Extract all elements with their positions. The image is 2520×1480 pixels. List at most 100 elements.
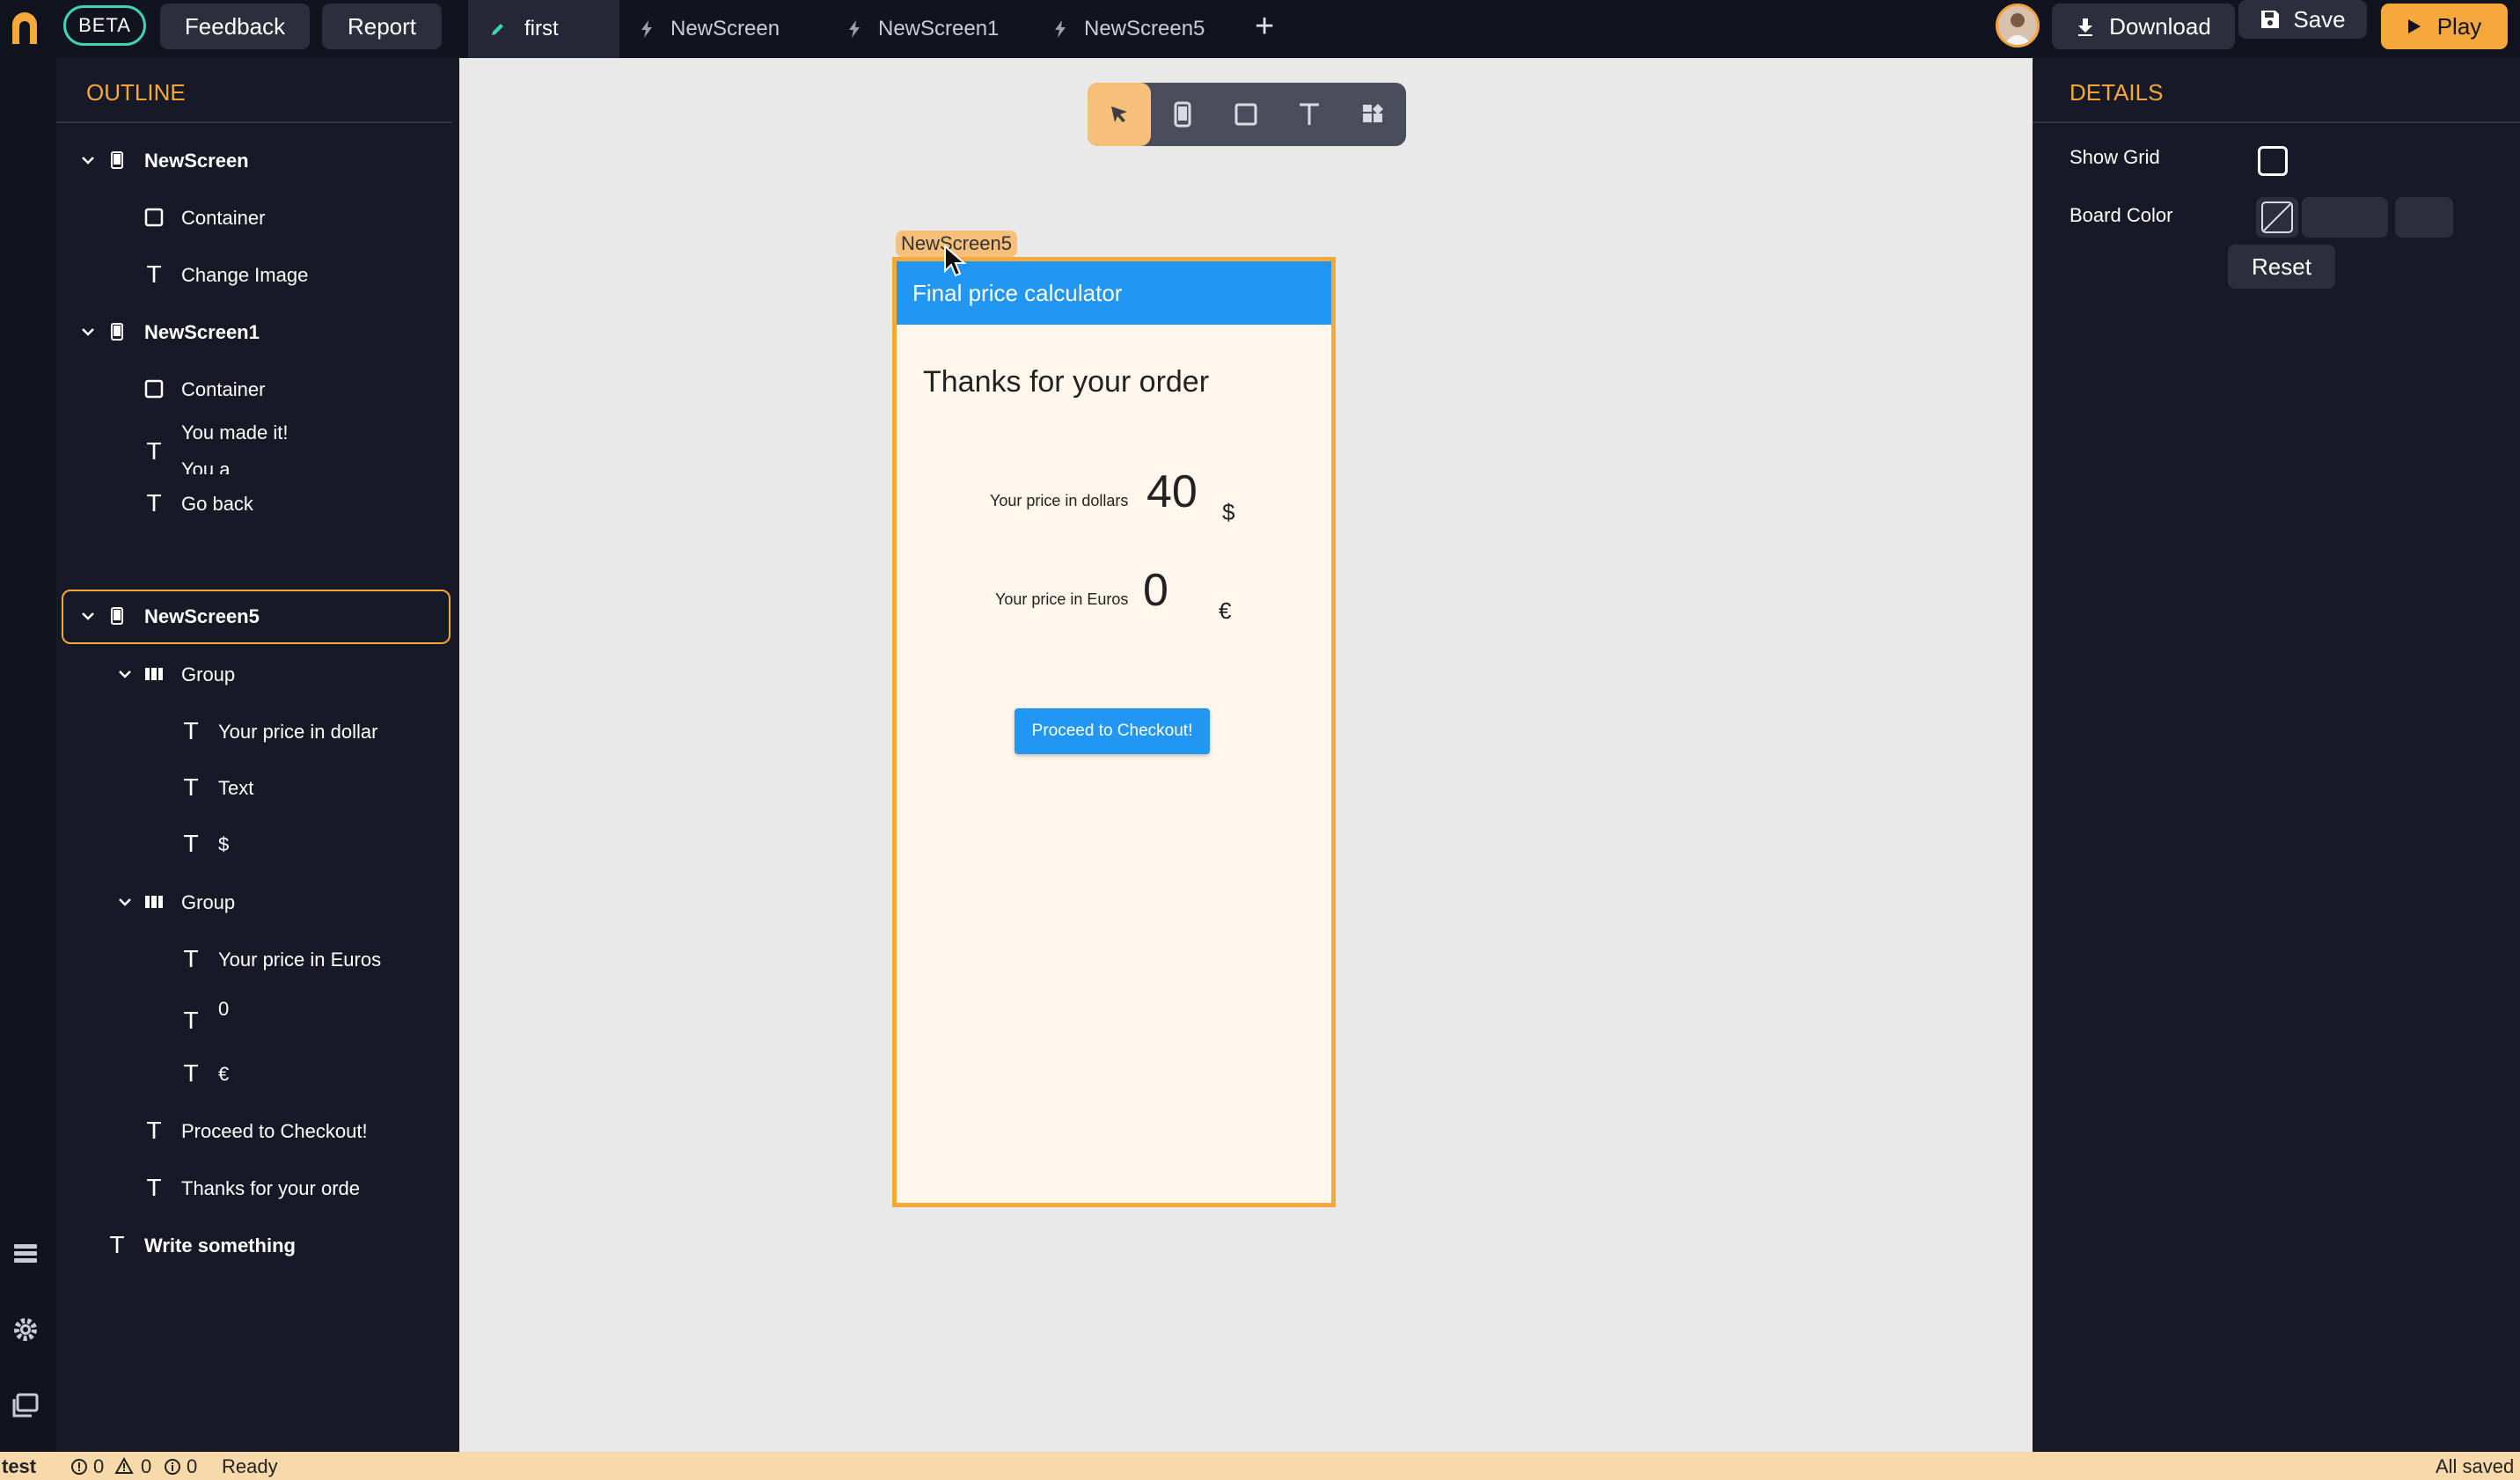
thanks-heading[interactable]: Thanks for your order: [923, 365, 1209, 399]
tree-item-group[interactable]: Group: [62, 648, 451, 702]
tree-item-dollar-sign[interactable]: T $: [62, 817, 451, 872]
info-icon[interactable]: [164, 1458, 181, 1476]
design-canvas[interactable]: NewScreen5 Final price calculator Thanks…: [459, 58, 2033, 1452]
add-tab-icon[interactable]: +: [1255, 10, 1274, 43]
euro-price-label[interactable]: Your price in Euros: [995, 590, 1128, 609]
board-color-label: Board Color: [2069, 204, 2173, 226]
tree-item-label: You made it!: [181, 421, 289, 443]
color-hex-field[interactable]: [2302, 197, 2388, 238]
widgets-tool-button[interactable]: [1341, 83, 1404, 146]
reset-button[interactable]: Reset: [2228, 245, 2335, 289]
dollar-price-value[interactable]: 40: [1146, 465, 1198, 518]
play-icon: [2407, 19, 2421, 33]
checkout-button[interactable]: Proceed to Checkout!: [1015, 708, 1210, 754]
bolt-icon: [1055, 20, 1066, 38]
tree-item-label: NewScreen1: [144, 321, 260, 343]
warning-icon[interactable]: [114, 1457, 134, 1475]
tree-item-price-dollar[interactable]: T Your price in dollar: [62, 705, 451, 759]
tree-item-thanks[interactable]: T Thanks for your orde: [62, 1161, 451, 1216]
tree-item-newscreen[interactable]: NewScreen: [62, 134, 451, 188]
container-tool-button[interactable]: [1214, 83, 1278, 146]
tree-item-newscreen1[interactable]: NewScreen1: [62, 305, 451, 360]
tree-item-sublabel: You a: [181, 458, 231, 474]
screen-frame[interactable]: Final price calculator Thanks for your o…: [892, 257, 1336, 1207]
save-label: Save: [2293, 5, 2346, 33]
tree-item-label: NewScreen: [144, 150, 249, 172]
text-icon: T: [109, 1231, 125, 1258]
tree-item-go-back[interactable]: T Go back: [62, 477, 451, 531]
chevron-down-icon[interactable]: [118, 667, 132, 681]
info-count: 0: [187, 1455, 198, 1477]
gear-icon[interactable]: [12, 1316, 39, 1343]
tree-item-checkout[interactable]: T Proceed to Checkout!: [62, 1104, 451, 1159]
tree-item-euro-sign[interactable]: T €: [62, 1047, 451, 1102]
text-icon: T: [146, 260, 162, 288]
tree-item-change-image[interactable]: T Change Image: [62, 248, 451, 303]
tree-item-write-something[interactable]: T Write something: [62, 1219, 451, 1273]
tree-item-you-made-it[interactable]: T You made it! You a: [62, 420, 451, 474]
chevron-down-icon[interactable]: [81, 325, 95, 339]
tab-newscreen[interactable]: NewScreen: [619, 0, 827, 58]
tree-item-label: Group: [181, 663, 236, 685]
divider: [56, 121, 452, 123]
text-icon: T: [183, 830, 199, 857]
chevron-down-icon[interactable]: [81, 153, 95, 167]
download-icon: [2078, 18, 2093, 36]
bolt-icon: [641, 20, 652, 38]
tree-item-container[interactable]: Container: [62, 191, 451, 245]
group-icon: [144, 663, 164, 685]
dollar-price-label[interactable]: Your price in dollars: [990, 492, 1128, 510]
tab-newscreen5[interactable]: NewScreen5: [1033, 0, 1241, 58]
tree-item-label: Group: [181, 891, 236, 913]
tree-item-label: Your price in dollar: [218, 721, 378, 743]
phone-icon: [107, 605, 127, 626]
text-icon: T: [183, 1059, 199, 1087]
tree-item-price-euros[interactable]: T Your price in Euros: [62, 933, 451, 987]
phone-icon: [107, 321, 127, 342]
app-bar-title: Final price calculator: [912, 279, 1123, 306]
layers-icon[interactable]: [12, 1241, 39, 1267]
color-opacity-field[interactable]: [2395, 197, 2453, 238]
download-button[interactable]: Download: [2052, 4, 2235, 49]
tree-item-container[interactable]: Container: [62, 363, 451, 417]
tree-item-label: Proceed to Checkout!: [181, 1120, 368, 1142]
folder-icon[interactable]: [12, 1392, 39, 1418]
status-text: Ready: [222, 1455, 278, 1477]
chevron-down-icon[interactable]: [118, 895, 132, 909]
error-icon[interactable]: [70, 1458, 88, 1476]
text-icon: T: [183, 1007, 199, 1034]
feedback-button[interactable]: Feedback: [160, 4, 310, 49]
color-swatch[interactable]: [2256, 197, 2298, 238]
tree-item-label: Go back: [181, 493, 253, 515]
tree-item-newscreen5[interactable]: NewScreen5: [62, 590, 451, 644]
text-icon: T: [146, 1174, 162, 1201]
report-button[interactable]: Report: [322, 4, 442, 49]
container-icon: [144, 378, 164, 399]
chevron-down-icon[interactable]: [81, 609, 95, 623]
app-logo-icon[interactable]: [9, 9, 40, 48]
tree-item-text[interactable]: T Text: [62, 761, 451, 816]
tab-newscreen1[interactable]: NewScreen1: [827, 0, 1033, 58]
euro-symbol[interactable]: €: [1219, 597, 1231, 625]
tree-item-label: Write something: [144, 1235, 296, 1257]
avatar[interactable]: [1996, 4, 2040, 48]
tree-item-label: NewScreen5: [144, 605, 260, 627]
play-label: Play: [2436, 12, 2482, 40]
mouse-pointer-icon: [944, 245, 966, 277]
tree-item-group[interactable]: Group: [62, 876, 451, 930]
tree-item-zero[interactable]: T 0: [62, 989, 451, 1044]
text-tool-button[interactable]: [1278, 83, 1341, 146]
dollar-symbol[interactable]: $: [1222, 499, 1234, 526]
play-button[interactable]: Play: [2381, 4, 2508, 49]
select-tool-button[interactable]: [1088, 83, 1151, 146]
show-grid-label: Show Grid: [2069, 146, 2160, 168]
tree-item-label: Your price in Euros: [218, 949, 382, 971]
euro-price-value[interactable]: 0: [1143, 564, 1168, 617]
floppy-icon: [2261, 11, 2280, 28]
show-grid-checkbox[interactable]: [2258, 146, 2288, 176]
tab-first[interactable]: first: [468, 0, 619, 58]
cursor-icon: [1111, 106, 1127, 122]
screen-tool-button[interactable]: [1151, 83, 1214, 146]
save-button[interactable]: Save: [2238, 0, 2367, 39]
outline-title: OUTLINE: [86, 79, 186, 106]
